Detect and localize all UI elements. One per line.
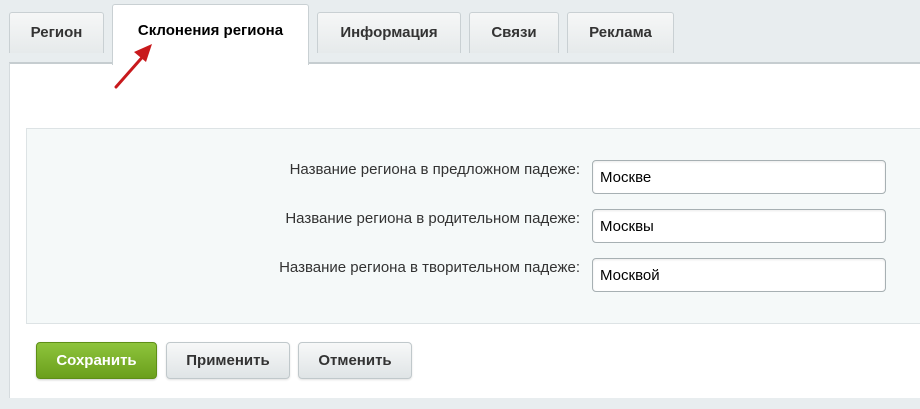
tab-declensions[interactable]: Склонения региона <box>112 4 309 65</box>
tab-region[interactable]: Регион <box>9 12 104 53</box>
genitive-case-input[interactable] <box>592 209 886 243</box>
apply-button[interactable]: Применить <box>166 342 290 379</box>
genitive-case-label: Название региона в родительном падеже: <box>285 210 580 227</box>
instrumental-case-input[interactable] <box>592 258 886 292</box>
save-button[interactable]: Сохранить <box>36 342 157 379</box>
cancel-button[interactable]: Отменить <box>298 342 412 379</box>
tab-links[interactable]: Связи <box>469 12 559 53</box>
prepositional-case-label: Название региона в предложном падеже: <box>289 161 580 178</box>
prepositional-case-input[interactable] <box>592 160 886 194</box>
instrumental-case-label: Название региона в творительном падеже: <box>279 259 580 276</box>
tab-information[interactable]: Информация <box>317 12 461 53</box>
tab-bar: Регион Склонения региона Информация Связ… <box>0 0 920 65</box>
declensions-form: Название региона в предложном падеже: На… <box>26 128 920 324</box>
tab-advertising[interactable]: Реклама <box>567 12 674 53</box>
tab-content-panel: Название региона в предложном падеже: На… <box>9 62 920 398</box>
